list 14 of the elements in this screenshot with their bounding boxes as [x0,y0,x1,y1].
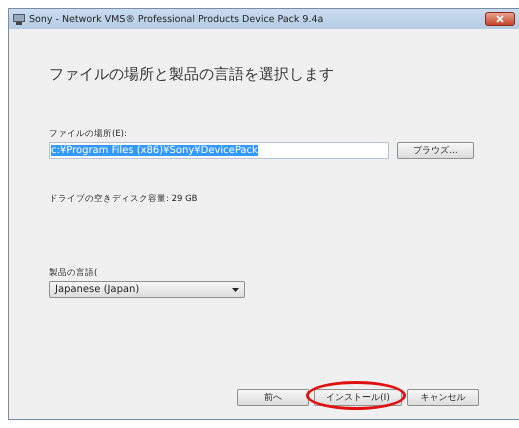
close-icon [496,15,504,23]
language-dropdown[interactable]: Japanese (Japan) [49,281,245,298]
computer-icon [13,13,25,25]
dialog-button[interactable]: キャンセル [407,389,479,406]
field-label: ファイルの場所(E): [49,128,128,140]
page-heading: ファイルの場所と製品の言語を選択します [49,65,335,84]
browse-button[interactable]: ブラウズ... [397,142,474,159]
caret-icon [232,288,239,292]
disk-space-text: ドライブの空きディスク容量: 29 GB [49,193,199,205]
window-title: Sony - Network VMS® Professional Products Device Pack 9.4a [29,14,324,24]
dialog-button[interactable]: 前へ [237,389,309,406]
close-button[interactable] [485,12,515,26]
field-label: 製品の言語( [49,267,98,279]
dialog-button[interactable]: インストール(I) [314,389,402,406]
